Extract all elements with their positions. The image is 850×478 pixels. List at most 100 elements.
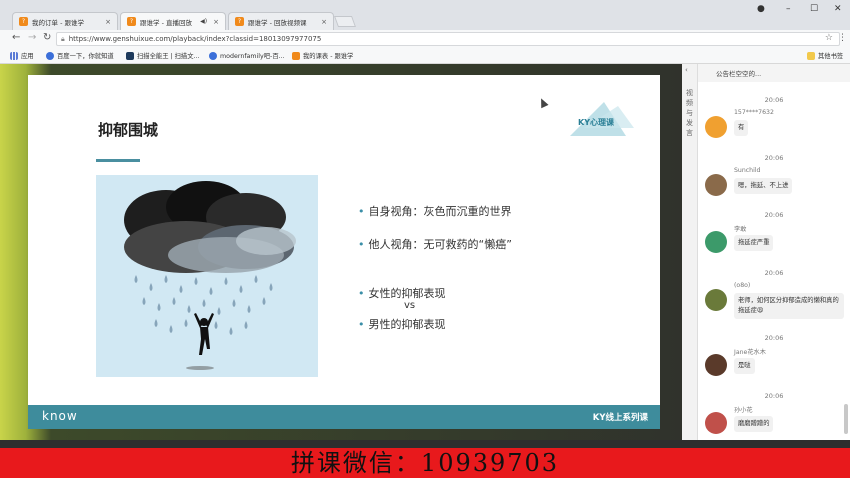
badge-text: KY心理课 (578, 118, 614, 127)
avatar[interactable] (705, 231, 727, 253)
avatar[interactable] (705, 412, 727, 434)
storm-cloud-illustration (96, 175, 318, 377)
bullet-dot-icon: • (358, 318, 365, 331)
bookmark-label: 百度一下，你就知道 (57, 53, 114, 60)
gsx-favicon-icon: ? (127, 17, 136, 26)
username: Jane花水木 (734, 349, 766, 356)
bullet-others-view: • 他人视角：无可救药的“懒癌” (358, 236, 512, 252)
slide: 抑郁围城 KY心理课 • 自身视角：灰色而沉重的世界 • 他人视角：无可救药的“… (28, 75, 660, 429)
gsx-favicon-icon: ? (235, 17, 244, 26)
bookmark-label: 我的课表 - 跟谁学 (303, 53, 354, 60)
close-window-icon[interactable]: ✕ (834, 4, 842, 14)
tab-playback[interactable]: ? 跟谁学 - 直播回放 ◀) × (120, 12, 226, 30)
avatar[interactable] (705, 289, 727, 311)
user-profile-icon[interactable]: ● (757, 4, 765, 14)
bookmark-modernfamily[interactable]: modernfamily吧-百... (209, 51, 285, 60)
url-input[interactable]: 🔒︎ https://www.genshuixue.com/playback/i… (56, 32, 840, 46)
playback-area: 抑郁围城 KY心理课 • 自身视角：灰色而沉重的世界 • 他人视角：无可救药的“… (0, 64, 850, 448)
mouse-cursor-icon (537, 96, 549, 109)
minimize-icon[interactable]: – (786, 4, 791, 14)
bullet-text: 男性的抑郁表现 (368, 318, 446, 331)
message-bubble: 磨磨蹭蹭的 (734, 416, 774, 432)
bullet-dot-icon: • (358, 287, 365, 300)
bookmark-apps[interactable]: 应用 (10, 51, 34, 60)
message-time: 20:06 (764, 392, 784, 400)
message-time: 20:06 (764, 211, 784, 219)
message-time: 20:06 (764, 154, 784, 162)
side-tab-rail: ‹ 视频与发言 (682, 64, 698, 440)
bullet-text: 他人视角：无可救药的“懒癌” (368, 238, 512, 251)
reload-icon[interactable]: ↻ (43, 32, 51, 43)
message-bubble: 有 (734, 120, 749, 136)
bookmarks-bar: 应用 百度一下，你就知道 扫描全能王 | 扫描文... modernfamily… (0, 48, 850, 64)
tab-video-and-chat[interactable]: 视频与发言 (686, 88, 694, 138)
notice-board: 公告栏空空的... (698, 64, 850, 82)
banner-text: 拼课微信：10939703 (290, 449, 560, 477)
browser-menu-icon[interactable]: ⋮ (838, 33, 847, 43)
username: Sunchild (734, 167, 761, 174)
cs-icon (126, 51, 134, 60)
paw-icon (46, 51, 54, 60)
apps-grid-icon (10, 51, 18, 60)
tab-title: 跟谁学 - 直播回放 (140, 18, 192, 27)
avatar[interactable] (705, 174, 727, 196)
maximize-icon[interactable]: ☐ (810, 4, 818, 14)
bookmark-label: 其他书签 (818, 53, 844, 60)
title-underline (96, 159, 140, 162)
browser-tabstrip: ? 我的订单 - 跟谁学 × ? 跟谁学 - 直播回放 ◀) × ? 跟谁学 -… (0, 0, 850, 30)
slide-title: 抑郁围城 (98, 121, 159, 139)
forward-icon[interactable]: → (28, 32, 36, 43)
paw-icon (209, 51, 217, 60)
username: (o8o) (734, 282, 751, 289)
message-bubble: 老师，如何区分抑郁造成的懒和真的拖延症😩 (734, 293, 844, 319)
username: 孙小花 (734, 407, 753, 414)
series-label: KY线上系列课 (592, 413, 648, 423)
slide-footer: know KY线上系列课 (28, 405, 660, 429)
tab-title: 我的订单 - 跟谁学 (32, 18, 84, 27)
folder-icon (807, 51, 815, 60)
bookmark-label: modernfamily吧-百... (220, 53, 285, 60)
bookmark-baidu[interactable]: 百度一下，你就知道 (46, 51, 114, 60)
tab-close-icon[interactable]: × (105, 18, 111, 26)
gsx-favicon-icon: ? (19, 17, 28, 26)
bookmark-star-icon[interactable]: ☆ (825, 33, 833, 43)
chat-panel: 公告栏空空的... 20:06 157****7632 有 20:06 Sunc… (698, 64, 850, 440)
message-time: 20:06 (764, 269, 784, 277)
bookmark-schedule[interactable]: 我的课表 - 跟谁学 (292, 51, 353, 60)
tab-title: 跟谁学 - 回放视频课 (248, 18, 307, 27)
bullet-dot-icon: • (358, 205, 365, 218)
message-bubble: 拖延症严重 (734, 235, 774, 251)
watermark-banner: 拼课微信：10939703 (0, 448, 850, 478)
bullet-self-view: • 自身视角：灰色而沉重的世界 (358, 203, 512, 219)
vs-label: vs (404, 300, 416, 311)
chat-scrollbar[interactable] (844, 404, 848, 434)
new-tab-button[interactable] (333, 16, 357, 27)
username: 李敢 (734, 226, 747, 233)
bullet-female: • 女性的抑郁表现 (358, 285, 446, 301)
bookmark-label: 应用 (21, 53, 34, 60)
bookmark-camscanner[interactable]: 扫描全能王 | 扫描文... (126, 51, 200, 60)
bullet-text: 女性的抑郁表现 (368, 287, 446, 300)
bookmark-label: 扫描全能王 | 扫描文... (137, 53, 200, 60)
lock-icon: 🔒︎ (61, 34, 65, 43)
bullet-male: • 男性的抑郁表现 (358, 316, 446, 332)
avatar[interactable] (705, 116, 727, 138)
address-bar-row: ← → ↻ 🔒︎ https://www.genshuixue.com/play… (0, 30, 850, 48)
tab-close-icon[interactable]: × (321, 18, 327, 26)
url-text: https://www.genshuixue.com/playback/inde… (68, 35, 322, 43)
tab-close-icon[interactable]: × (213, 18, 219, 26)
message-time: 20:06 (764, 334, 784, 342)
collapse-chevron-icon[interactable]: ‹ (685, 66, 688, 74)
avatar[interactable] (705, 354, 727, 376)
other-bookmarks[interactable]: 其他书签 (807, 51, 843, 60)
speaker-icon[interactable]: ◀) (200, 18, 207, 25)
message-bubble: 嗯，拖延、不上进 (734, 178, 793, 194)
message-time: 20:06 (764, 96, 784, 104)
username: 157****7632 (734, 109, 774, 116)
back-icon[interactable]: ← (12, 32, 20, 43)
player-bottom-strip (0, 440, 850, 448)
tab-video-course[interactable]: ? 跟谁学 - 回放视频课 × (228, 12, 334, 30)
tab-my-orders[interactable]: ? 我的订单 - 跟谁学 × (12, 12, 118, 30)
brand-logo: know (42, 409, 78, 423)
gsx-icon (292, 51, 300, 60)
